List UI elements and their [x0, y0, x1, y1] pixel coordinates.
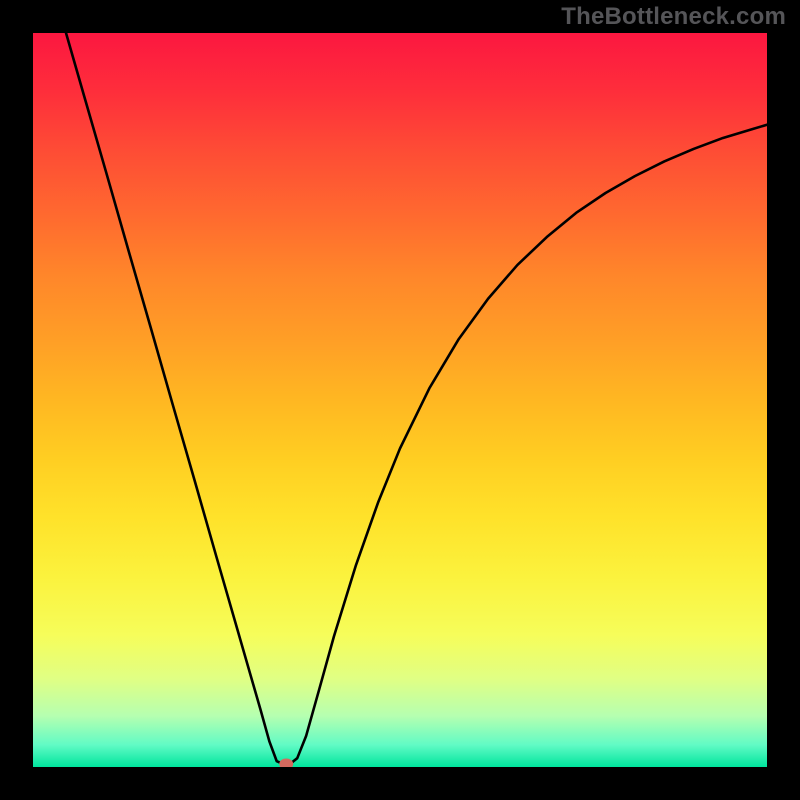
minimum-marker-dot — [279, 759, 293, 767]
plot-area — [33, 33, 767, 767]
watermark-text: TheBottleneck.com — [561, 3, 786, 31]
plot-svg — [33, 33, 767, 767]
bottleneck-curve — [66, 33, 767, 764]
chart-frame: TheBottleneck.com — [0, 0, 800, 800]
